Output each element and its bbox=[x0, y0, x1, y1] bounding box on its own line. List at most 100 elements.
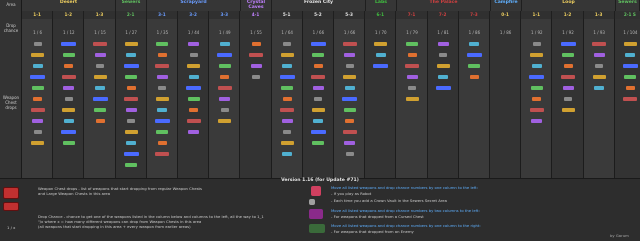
column-0-1 bbox=[490, 19, 522, 178]
drop-chance-cell: 1 / 79 bbox=[406, 30, 418, 35]
weapon-icon bbox=[344, 53, 356, 57]
weapon-icon bbox=[220, 108, 229, 112]
weapon-icon bbox=[623, 97, 638, 101]
weapon-icon bbox=[311, 108, 325, 112]
stage-cell: 3-3 bbox=[209, 11, 241, 19]
area-campfire: Campfire bbox=[491, 0, 522, 11]
stage-cell: 7-3 bbox=[458, 11, 490, 19]
weapon-icon bbox=[31, 141, 45, 145]
crown-icon bbox=[309, 199, 315, 205]
weapon-icon bbox=[219, 42, 230, 46]
weapon-icon bbox=[437, 42, 449, 46]
stage-cell: 1-2 bbox=[53, 11, 85, 19]
drop-chance-cell: 1 / 44 bbox=[187, 30, 200, 35]
stage-cell: 6-1 bbox=[365, 11, 397, 19]
weapon-icon bbox=[345, 64, 354, 68]
weapon-icon bbox=[622, 64, 638, 68]
weapon-icon bbox=[530, 86, 543, 90]
weapon-chest-icon bbox=[3, 187, 19, 199]
weapon-icon bbox=[314, 97, 323, 101]
weapon-icon bbox=[310, 130, 326, 134]
drop-chance-cell: 1 / 70 bbox=[375, 30, 387, 35]
stage-cell: 1-3 bbox=[84, 11, 116, 19]
drop-chance-cell: 1 / 49 bbox=[219, 30, 231, 35]
area-sewers-loop: Sewers bbox=[616, 0, 640, 11]
stage-cell: 3-1 bbox=[146, 11, 178, 19]
weapon-icon bbox=[312, 141, 325, 145]
weapon-icon bbox=[623, 42, 637, 46]
weapon-icon bbox=[217, 86, 232, 90]
weapon-icon bbox=[30, 108, 45, 112]
weapon-icon bbox=[469, 42, 480, 46]
weapon-icon bbox=[439, 53, 448, 57]
area-label: Area bbox=[6, 2, 16, 7]
weapon-icon bbox=[345, 119, 355, 123]
rule-2-item-1: - For weapons that dropped from a Cursed… bbox=[331, 214, 424, 219]
weapon-icon bbox=[62, 108, 76, 112]
stage-cell: 7-2 bbox=[427, 11, 459, 19]
weapon-icon bbox=[188, 42, 200, 46]
weapon-icon bbox=[218, 119, 232, 123]
weapon-icon bbox=[560, 42, 576, 46]
weapon-icon bbox=[343, 108, 356, 112]
rule-3-title: Move all listed weapons and drop chance … bbox=[331, 223, 481, 228]
drop-chance-cell: 1 / 27 bbox=[125, 30, 137, 35]
weapon-icon bbox=[342, 42, 357, 46]
rule-1-title: Move all listed weapons and drop chance … bbox=[331, 185, 478, 190]
weapon-icon bbox=[435, 86, 451, 90]
weapon-icon bbox=[187, 64, 201, 68]
weapon-icon bbox=[123, 64, 139, 68]
weapon-icon bbox=[189, 53, 198, 57]
weapon-icon bbox=[64, 97, 73, 101]
drop-chance-cell: 1 / 104 bbox=[623, 30, 638, 35]
weapon-icon bbox=[529, 75, 545, 79]
weapon-icon bbox=[564, 97, 572, 101]
weapon-icon bbox=[531, 119, 543, 123]
weapon-chest-drops-label: Weapon Chest drops bbox=[2, 95, 20, 110]
weapon-icon bbox=[249, 53, 263, 57]
weapon-icon bbox=[126, 86, 136, 90]
weapon-icon bbox=[594, 86, 605, 90]
weapon-icon bbox=[32, 119, 44, 123]
weapon-icon bbox=[96, 64, 104, 68]
weapon-icon bbox=[530, 53, 544, 57]
weapon-icon bbox=[31, 86, 44, 90]
weapon-icon bbox=[32, 64, 43, 68]
weapon-chest-desc-2: and Large Weapon Chests in this area bbox=[38, 191, 111, 196]
stage-cell: 0-1 bbox=[490, 11, 522, 19]
weapon-icon bbox=[563, 64, 573, 68]
weapon-icon bbox=[407, 53, 417, 57]
weapon-icon bbox=[280, 53, 294, 57]
drop-chance-cell: 1 / 12 bbox=[63, 30, 75, 35]
weapon-icon bbox=[155, 152, 170, 156]
drop-chance-cell: 1 / 92 bbox=[531, 30, 543, 35]
weapon-icon bbox=[33, 97, 43, 101]
drop-chance-cell: 1 / 66 bbox=[312, 30, 325, 35]
weapon-icon bbox=[375, 53, 386, 57]
weapon-icon bbox=[63, 86, 75, 90]
weapon-icon bbox=[33, 130, 42, 134]
weapon-icon bbox=[186, 86, 202, 90]
weapon-icon bbox=[312, 53, 325, 57]
drop-chance-cell: 1 / 86 bbox=[499, 30, 512, 35]
weapon-icon bbox=[282, 152, 293, 156]
rule-3-item-1: - For weapons that dropped from an Enemy bbox=[331, 229, 414, 234]
weapon-icon bbox=[219, 97, 231, 101]
weapon-icon bbox=[252, 75, 260, 79]
stage-cell: 7-1 bbox=[396, 11, 428, 19]
weapon-icon bbox=[157, 53, 167, 57]
drop-chance-cell: 1 / 92 bbox=[562, 30, 574, 35]
weapon-icon bbox=[187, 97, 200, 101]
weapon-icon bbox=[595, 64, 604, 68]
stage-cell: 2-1 S bbox=[614, 11, 640, 19]
drop-chance-desc-3: (all weapons that start dropping in this… bbox=[38, 224, 191, 229]
stage-cell: 1-3 bbox=[583, 11, 615, 19]
area-the-palace: The Palace bbox=[397, 0, 491, 11]
stage-cell: 1-1 bbox=[22, 11, 54, 19]
weapon-icon bbox=[313, 119, 324, 123]
weapon-icon bbox=[31, 53, 45, 57]
weapon-icon bbox=[561, 108, 575, 112]
weapon-icon bbox=[562, 53, 574, 57]
weapon-icon bbox=[373, 64, 389, 68]
weapon-icon bbox=[155, 97, 169, 101]
